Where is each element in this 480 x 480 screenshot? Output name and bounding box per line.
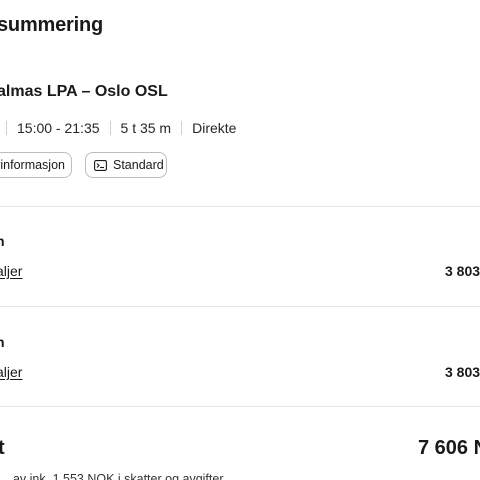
divider bbox=[0, 406, 480, 407]
passenger-label: n bbox=[0, 334, 5, 350]
tax-note: … av ink. 1 553 NOK i skatter og avgifte… bbox=[0, 472, 224, 480]
divider bbox=[0, 206, 480, 207]
passenger-details-link[interactable]: aljer bbox=[0, 364, 22, 380]
flight-stops: Direkte bbox=[192, 120, 237, 136]
total-label: t bbox=[0, 437, 5, 459]
flight-route: almas LPA – Oslo OSL bbox=[0, 83, 168, 100]
seat-icon bbox=[94, 159, 107, 171]
fare-standard-button[interactable]: Standard bbox=[85, 152, 167, 178]
meta-separator bbox=[181, 121, 183, 135]
passenger-price: 3 803 bbox=[445, 364, 480, 380]
divider bbox=[0, 306, 480, 307]
passenger-details-link[interactable]: aljer bbox=[0, 263, 22, 279]
passenger-label: n bbox=[0, 233, 5, 249]
passenger-price: 3 803 bbox=[445, 263, 480, 279]
booking-summary-panel: summering almas LPA – Oslo OSL 15:00 - 2… bbox=[0, 0, 480, 480]
flight-time: 15:00 - 21:35 bbox=[17, 120, 100, 136]
summary-title: summering bbox=[0, 14, 104, 36]
meta-separator bbox=[6, 121, 7, 135]
meta-separator bbox=[109, 121, 111, 135]
flight-info-label: yinformasjon bbox=[0, 158, 65, 172]
flight-duration: 5 t 35 m bbox=[120, 120, 172, 136]
flight-meta-row: 15:00 - 21:35 5 t 35 m Direkte bbox=[0, 118, 236, 138]
total-price: 7 606 N bbox=[418, 437, 480, 459]
fare-standard-label: Standard bbox=[113, 158, 164, 172]
flight-info-button[interactable]: yinformasjon bbox=[0, 152, 72, 178]
